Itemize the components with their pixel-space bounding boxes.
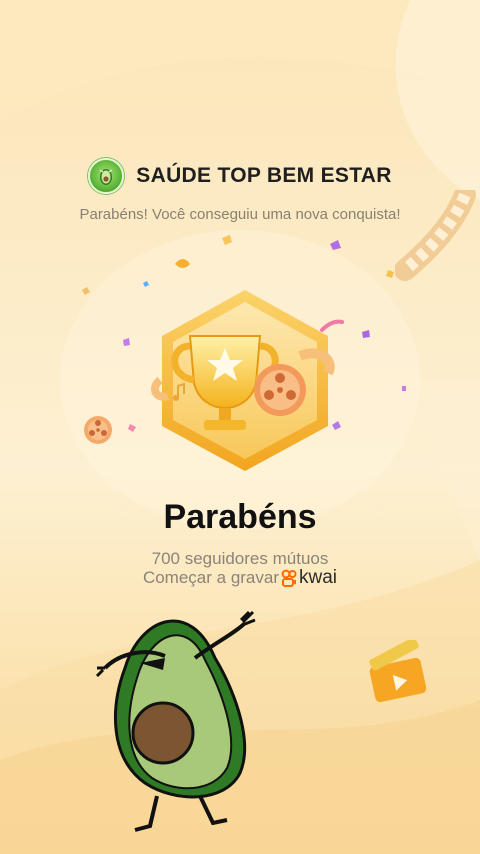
trophy-film-reel-badge-icon <box>150 290 335 471</box>
followers-count-text: 700 seguidores mútuos <box>151 549 329 568</box>
filmstrip-icon <box>395 190 476 281</box>
congrats-title: Parabéns <box>163 498 317 536</box>
start-recording-text: Começar a gravar <box>142 568 280 587</box>
kwai-logo-icon <box>281 569 297 587</box>
clapperboard-icon <box>369 640 427 702</box>
dabbing-avocado-icon <box>95 610 256 832</box>
kwai-brand: kwai <box>281 567 337 589</box>
film-reel-icon <box>84 416 112 444</box>
start-recording-line[interactable]: Começar a gravar kwai <box>0 567 480 589</box>
kwai-brand-name: kwai <box>299 567 338 588</box>
